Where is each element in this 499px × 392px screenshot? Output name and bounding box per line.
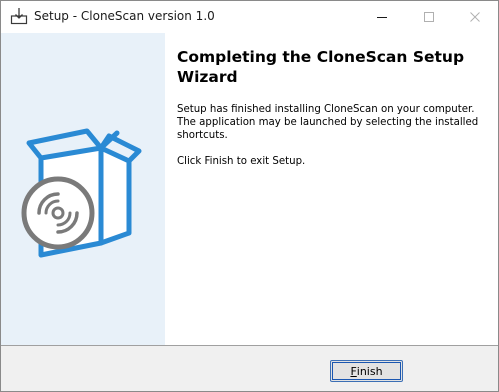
close-button[interactable] <box>452 1 498 33</box>
page-title: Completing the CloneScan Setup Wizard <box>177 48 465 86</box>
box-with-disc-icon <box>21 128 142 258</box>
finish-message: Setup has finished installing CloneScan … <box>177 104 479 141</box>
exit-instruction: Click Finish to exit Setup. <box>177 156 306 167</box>
setup-installer-icon <box>10 8 28 25</box>
close-icon <box>470 12 480 22</box>
finish-button-label: inish <box>356 364 383 378</box>
wizard-content: Completing the CloneScan Setup Wizard Se… <box>165 33 498 345</box>
minimize-button[interactable] <box>359 1 405 33</box>
setup-window: Setup - CloneScan version 1.0 Completing… <box>0 0 499 392</box>
title-bar[interactable]: Setup - CloneScan version 1.0 <box>1 1 498 33</box>
finish-button[interactable]: Finish <box>330 360 403 382</box>
minimize-icon <box>377 17 387 18</box>
wizard-sidebar <box>1 33 165 345</box>
window-title: Setup - CloneScan version 1.0 <box>34 9 215 23</box>
maximize-icon <box>424 12 434 22</box>
button-bar: Finish <box>1 345 498 391</box>
maximize-button[interactable] <box>406 1 452 33</box>
